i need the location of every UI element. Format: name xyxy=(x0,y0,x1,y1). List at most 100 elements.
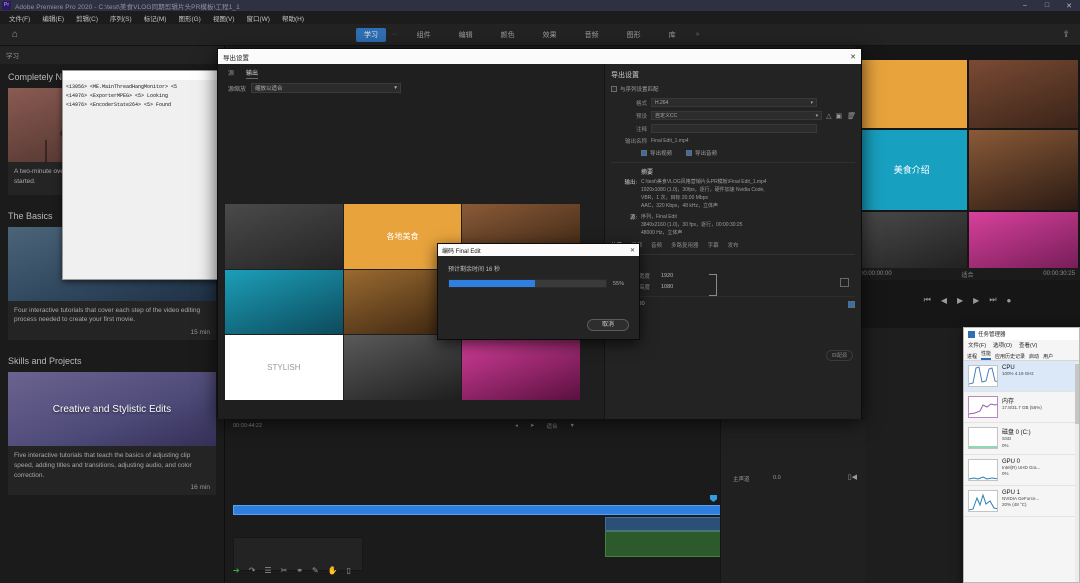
type-tool-icon[interactable]: ▯ xyxy=(347,566,351,575)
task-manager-scrollbar[interactable] xyxy=(1075,362,1079,582)
encode-cancel-button[interactable]: 取消 xyxy=(586,319,629,331)
height-value[interactable]: 1080 xyxy=(661,284,673,290)
fps-checkbox-icon[interactable] xyxy=(848,300,855,308)
tab-multiplexer[interactable]: 多路复用器 xyxy=(671,241,699,252)
menu-view[interactable]: 视图(V) xyxy=(207,13,241,23)
import-preset-icon[interactable]: △ xyxy=(826,112,831,120)
menu-marker[interactable]: 标记(M) xyxy=(138,13,173,23)
preset-action-icons: △ ▣ 🗑 xyxy=(826,112,855,120)
export-audio-toggle[interactable]: 导出音频 xyxy=(686,149,717,157)
menu-file[interactable]: 文件(F) xyxy=(3,13,36,23)
timeline-timecode-start[interactable]: 00:00:44:22 xyxy=(233,423,262,429)
tab-assembly[interactable]: 组件 xyxy=(403,28,445,42)
resource-item-cpu[interactable]: CPU 100% 4.19 GHz xyxy=(964,361,1079,392)
export-video-toggle[interactable]: 导出视频 xyxy=(641,149,672,157)
preset-dropdown[interactable]: 自定义CC ▾ xyxy=(651,111,823,120)
encode-progress-row: 55% xyxy=(448,279,629,288)
menu-sequence[interactable]: 序列(S) xyxy=(104,13,138,23)
tab-effects[interactable]: 效果 xyxy=(529,28,571,42)
track-select-icon[interactable]: ↷ xyxy=(249,566,256,575)
tab-overflow[interactable]: » xyxy=(690,29,706,40)
hand-tool-icon[interactable]: ✋ xyxy=(328,566,338,575)
output-name-value[interactable]: Final Edit_1.mp4 xyxy=(651,138,817,144)
home-icon[interactable]: ⌂ xyxy=(0,29,30,40)
tm-tab-processes[interactable]: 进程 xyxy=(967,353,977,360)
width-value[interactable]: 1920 xyxy=(661,273,673,279)
reset-icon[interactable] xyxy=(840,278,849,287)
step-back-icon[interactable]: ◀ xyxy=(941,296,947,305)
tm-tab-app-history[interactable]: 应用历史记录 xyxy=(995,353,1025,360)
export-preset-icon[interactable]: ▣ xyxy=(835,112,842,120)
tm-menu-options[interactable]: 选项(O) xyxy=(993,341,1012,349)
slip-tool-icon[interactable]: ⚭ xyxy=(296,566,303,575)
resource-item-disk[interactable]: 磁盘 0 (C:) SSD 0% xyxy=(964,423,1079,455)
pen-tool-icon[interactable]: ✎ xyxy=(312,566,319,575)
delete-preset-icon[interactable]: 🗑 xyxy=(846,112,855,120)
match-source-button[interactable]: 匹配源 xyxy=(825,350,853,361)
razor-tool-icon[interactable]: ✂ xyxy=(281,566,288,575)
menu-graphics[interactable]: 图形(G) xyxy=(172,13,206,23)
tm-tab-startup[interactable]: 启动 xyxy=(1029,353,1039,360)
tm-tab-performance[interactable]: 性能 xyxy=(981,350,992,360)
monitor-timecode-left[interactable]: 00:00:00:00 xyxy=(860,271,892,277)
step-forward-icon[interactable]: ▶ xyxy=(973,296,979,305)
close-icon[interactable]: ✕ xyxy=(850,53,856,61)
resource-item-gpu0[interactable]: GPU 0 Intel(R) UHD Gra... 0% xyxy=(964,455,1079,486)
resource-item-gpu1[interactable]: GPU 1 NVIDIA GeForce... 20% (48 °C) xyxy=(964,486,1079,517)
add-marker-icon[interactable]: ● xyxy=(1007,296,1012,305)
go-to-in-icon[interactable]: ⏮ xyxy=(924,295,931,305)
tab-libraries[interactable]: 库 xyxy=(655,28,690,42)
tab-captions[interactable]: 字幕 xyxy=(708,241,719,252)
tab-audio[interactable]: 音频 xyxy=(571,28,613,42)
close-button[interactable]: ✕ xyxy=(1058,0,1080,11)
mute-icon[interactable]: ▯◀ xyxy=(848,473,857,481)
format-value: H.264 xyxy=(655,99,669,106)
checkbox-icon xyxy=(611,86,617,92)
tab-publish[interactable]: 发布 xyxy=(728,241,739,252)
snap-icon[interactable]: ◂ xyxy=(515,423,518,429)
menu-edit[interactable]: 编辑(E) xyxy=(36,13,70,23)
close-icon[interactable]: ✕ xyxy=(630,247,635,254)
menu-help[interactable]: 帮助(H) xyxy=(276,13,310,23)
play-icon[interactable]: ▶ xyxy=(957,296,963,305)
checkbox-icon xyxy=(686,150,693,156)
tab-learn[interactable]: 学习 xyxy=(356,27,386,42)
link-icon[interactable] xyxy=(709,274,717,296)
match-sequence-settings-row[interactable]: 与序列设置匹配 xyxy=(611,85,855,93)
go-to-out-icon[interactable]: ⏭ xyxy=(989,295,996,305)
scale-label: 源缩放 xyxy=(228,86,247,93)
resource-meta: CPU 100% 4.19 GHz xyxy=(1002,365,1075,387)
tab-editing[interactable]: 编辑 xyxy=(445,28,487,42)
master-track-value[interactable]: 0.0 xyxy=(773,475,781,481)
minimize-button[interactable]: – xyxy=(1014,0,1036,11)
gpu1-sparkline-icon xyxy=(968,489,998,512)
resource-item-memory[interactable]: 内存 17.8/31.7 GB (56%) xyxy=(964,392,1079,423)
menu-window[interactable]: 窗口(W) xyxy=(241,13,276,23)
selection-tool-icon[interactable]: ➔ xyxy=(233,566,240,575)
magnet-icon[interactable]: ➤ xyxy=(530,423,535,429)
tab-output[interactable]: 输出 xyxy=(246,68,259,79)
tm-menu-view[interactable]: 查看(V) xyxy=(1019,341,1037,349)
timeline-zoom-label[interactable]: 适合 xyxy=(546,422,557,430)
ripple-edit-icon[interactable]: ☰ xyxy=(264,566,271,575)
maximize-button[interactable]: □ xyxy=(1036,0,1058,11)
comment-input[interactable] xyxy=(651,124,817,133)
tab-color[interactable]: 颜色 xyxy=(487,28,529,42)
tm-tab-users[interactable]: 用户 xyxy=(1043,353,1053,360)
learn-card-skills[interactable]: Creative and Stylistic Edits Five intera… xyxy=(8,372,216,496)
monitor-timecode-right[interactable]: 00:00:30:25 xyxy=(1043,271,1075,277)
export-icon[interactable]: ⇪ xyxy=(1062,29,1070,40)
scrollbar-thumb[interactable] xyxy=(1075,364,1079,424)
timeline-playhead[interactable] xyxy=(710,495,717,502)
tm-menu-file[interactable]: 文件(F) xyxy=(968,341,986,349)
monitor-fit-label[interactable]: 适合 xyxy=(961,270,973,279)
resource-sub1: NVIDIA GeForce... xyxy=(1002,495,1040,501)
debug-log-window[interactable]: <13056> <ME.MainThreadHangMonitor> <5 <1… xyxy=(62,70,222,280)
tab-graphics[interactable]: 图形 xyxy=(613,28,655,42)
menu-clip[interactable]: 剪辑(C) xyxy=(70,13,104,23)
tab-audio[interactable]: 音频 xyxy=(651,241,662,252)
scale-dropdown[interactable]: 缩放以适合 ▾ xyxy=(251,83,402,93)
tab-source[interactable]: 源 xyxy=(228,68,234,79)
format-dropdown[interactable]: H.264 ▾ xyxy=(651,98,817,107)
timeline-marker-icon[interactable]: ▼ xyxy=(569,423,574,429)
